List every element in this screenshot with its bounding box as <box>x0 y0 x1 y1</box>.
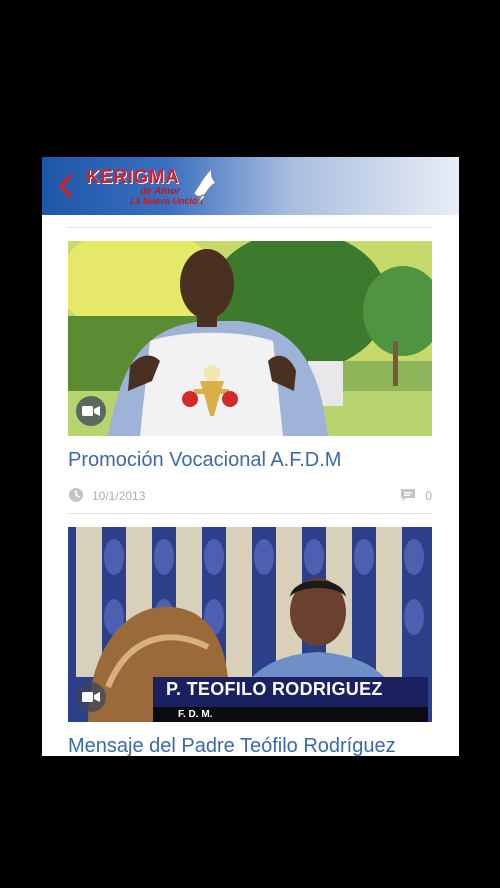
post-thumbnail[interactable]: P. TEOFILO RODRIGUEZ F. D. M. <box>68 527 432 722</box>
post-title[interactable]: Mensaje del Padre Teófilo Rodríguez <box>68 735 396 756</box>
app-screen: KERIGMA de Amor La Nueva Unción Promoció… <box>42 157 459 756</box>
chevron-left-icon <box>59 174 72 198</box>
post-date: 10/1/2013 <box>92 489 146 503</box>
dove-icon <box>193 167 217 204</box>
divider <box>68 513 432 514</box>
video-caption-sub: F. D. M. <box>178 709 213 720</box>
video-badge <box>76 682 106 712</box>
post-thumbnail[interactable] <box>68 241 432 436</box>
video-badge <box>76 396 106 426</box>
post-list: Promoción Vocacional A.F.D.M 10/1/2013 0 <box>42 215 459 756</box>
comment-count: 0 <box>425 489 432 503</box>
clock-icon <box>69 488 83 502</box>
video-caption-name: P. TEOFILO RODRIGUEZ <box>166 679 383 699</box>
video-camera-icon <box>82 692 100 702</box>
back-button[interactable] <box>50 169 80 203</box>
post-title[interactable]: Promoción Vocacional A.F.D.M <box>68 449 341 472</box>
divider <box>68 227 432 228</box>
app-logo: KERIGMA de Amor La Nueva Unción <box>86 163 226 211</box>
video-thumbnail-image <box>68 241 432 436</box>
app-header: KERIGMA de Amor La Nueva Unción <box>42 157 459 215</box>
video-camera-icon <box>82 406 100 416</box>
comment-icon <box>401 489 415 501</box>
post-meta: 10/1/2013 0 <box>68 487 432 505</box>
